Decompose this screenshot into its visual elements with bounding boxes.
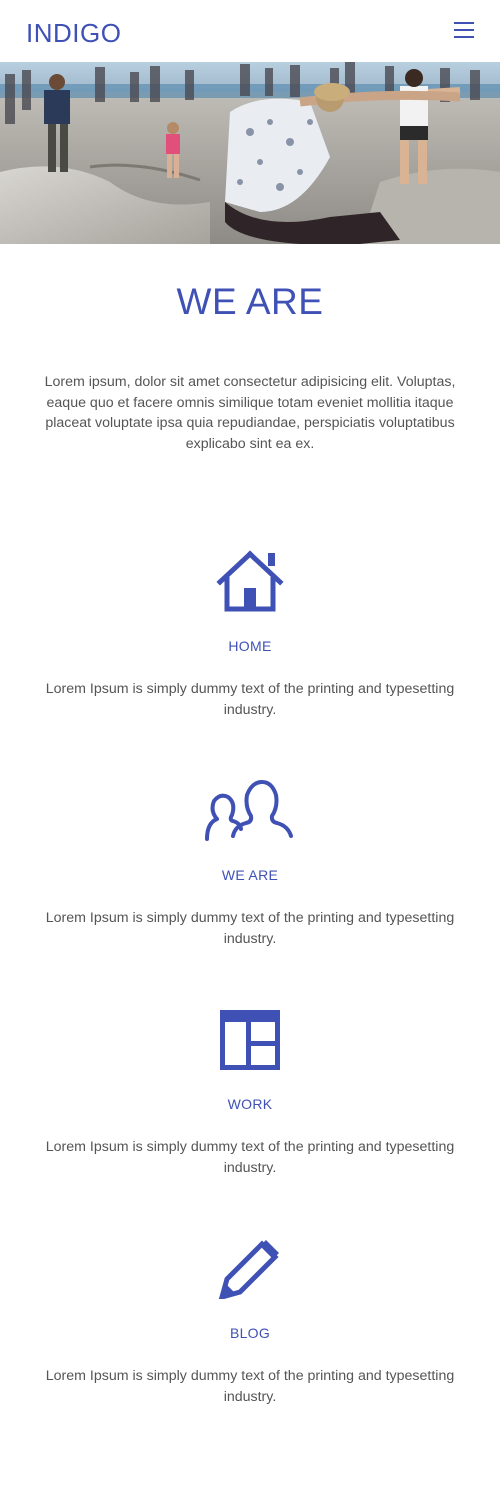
menu-bar xyxy=(454,36,474,38)
skatepark-photo xyxy=(0,62,500,244)
feature-home-text: Lorem Ipsum is simply dummy text of the … xyxy=(45,681,455,718)
site-header: INDIGO xyxy=(0,0,500,62)
feature-we-are-text: Lorem Ipsum is simply dummy text of the … xyxy=(45,910,455,947)
menu-bar xyxy=(454,29,474,31)
feature-home-link[interactable]: HOME xyxy=(228,637,271,655)
feature-blog-text: Lorem Ipsum is simply dummy text of the … xyxy=(45,1368,455,1405)
hamburger-menu-icon[interactable] xyxy=(454,22,474,40)
pencil-icon xyxy=(218,1240,279,1299)
feature-work-text: Lorem Ipsum is simply dummy text of the … xyxy=(45,1139,455,1176)
house-icon xyxy=(216,550,284,612)
feature-blog-link[interactable]: BLOG xyxy=(230,1324,270,1342)
about-section: WE ARE Lorem ipsum, dolor sit amet conse… xyxy=(0,244,500,454)
feature-home: HOME Lorem Ipsum is simply dummy text of… xyxy=(0,550,500,720)
hero-image xyxy=(0,62,500,244)
feature-we-are-link[interactable]: WE ARE xyxy=(222,866,278,884)
feature-we-are: WE ARE Lorem Ipsum is simply dummy text … xyxy=(0,779,500,949)
feature-blog: BLOG Lorem Ipsum is simply dummy text of… xyxy=(0,1237,500,1407)
about-paragraph: Lorem ipsum, dolor sit amet consectetur … xyxy=(44,374,456,452)
layout-grid-icon xyxy=(220,1010,280,1070)
people-icon xyxy=(205,780,293,841)
feature-work: WORK Lorem Ipsum is simply dummy text of… xyxy=(0,1008,500,1178)
feature-work-link[interactable]: WORK xyxy=(228,1095,273,1113)
section-title: WE ARE xyxy=(176,281,324,322)
menu-bar xyxy=(454,22,474,24)
brand-logo[interactable]: INDIGO xyxy=(26,17,121,49)
